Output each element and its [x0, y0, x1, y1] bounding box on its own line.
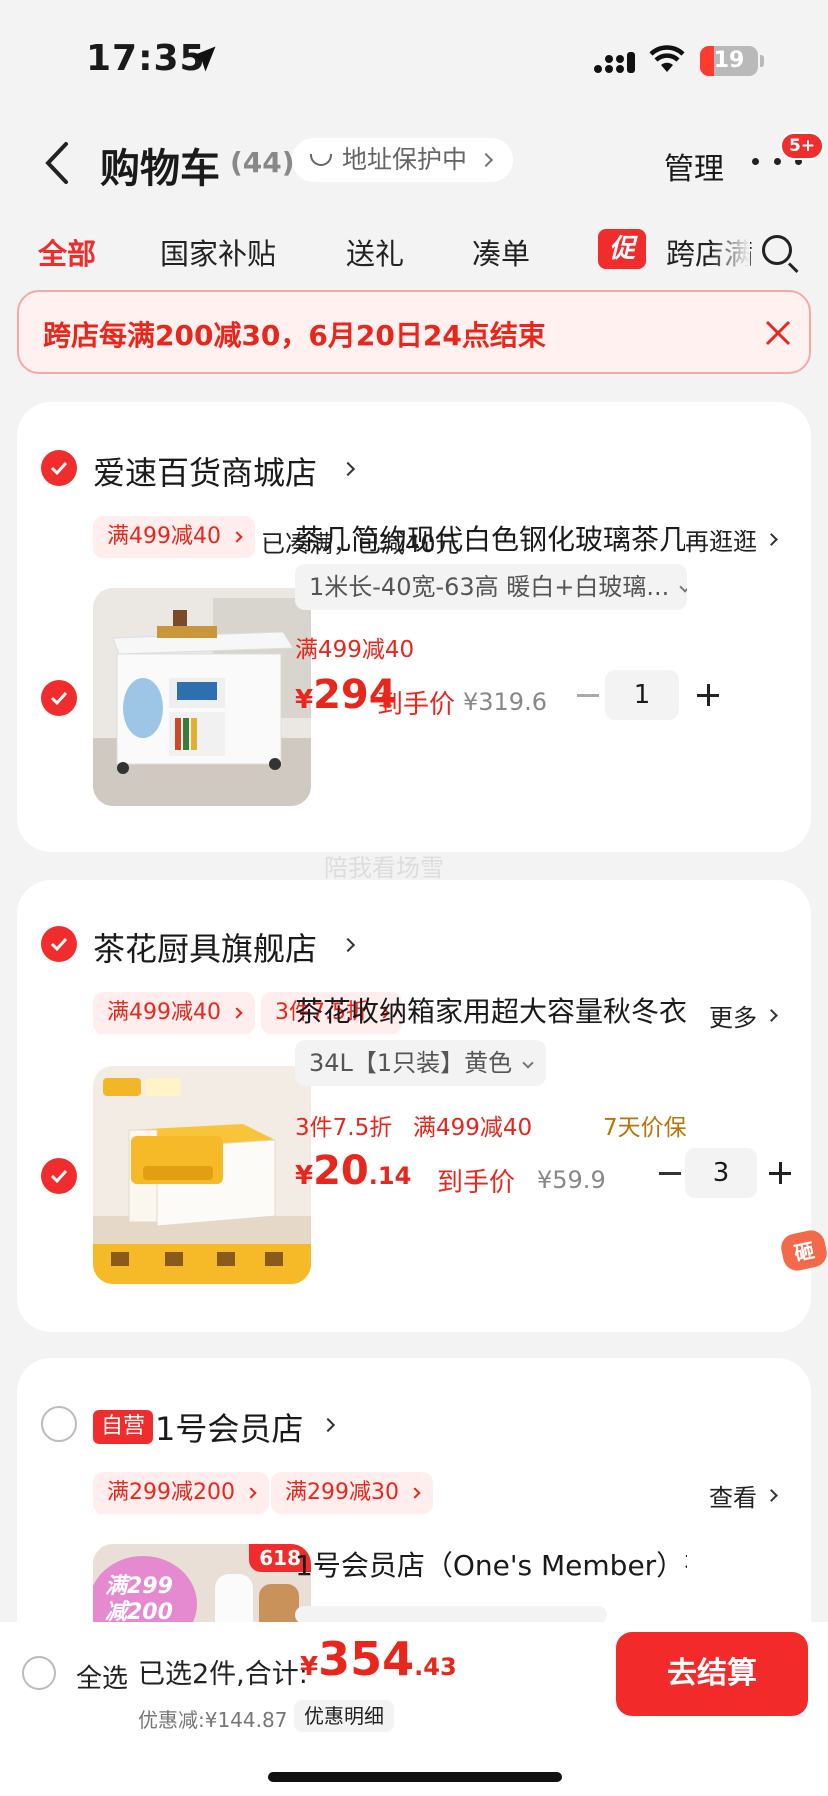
battery-level: 19 — [713, 48, 745, 73]
address-protection-label: 地址保护中 — [342, 145, 468, 174]
product-name[interactable]: 茶花收纳箱家用超大容量秋冬衣服 — [295, 990, 687, 1030]
shop-name[interactable]: 茶花厨具旗舰店 — [93, 924, 317, 970]
wifi-icon — [649, 45, 685, 72]
discount-amount: 优惠减:¥144.87 — [138, 1708, 288, 1732]
decrease-qty-button[interactable] — [577, 694, 599, 697]
sku-selector[interactable]: 34L【1只装】黄色 — [295, 1040, 547, 1086]
increase-qty-button[interactable] — [769, 1162, 791, 1184]
final-price-label: 到手价 — [377, 690, 456, 720]
filter-tabs: 全部 国家补贴 送礼 凑单 促 跨店满 — [0, 225, 828, 295]
quantity-value[interactable]: 1 — [605, 670, 679, 720]
promo-banner-text: 跨店每满200减30，6月20日24点结束 — [43, 319, 546, 352]
shop-checkbox[interactable] — [41, 1406, 77, 1442]
tab-all[interactable]: 全部 — [38, 231, 96, 273]
cart-count: (44) — [230, 146, 295, 179]
status-bar: 17:35 19 — [0, 0, 828, 120]
price-protect-tag: 7天价保 — [603, 1115, 687, 1141]
item-promo: 3件7.5折 — [295, 1115, 393, 1141]
item-checkbox[interactable] — [41, 1158, 77, 1194]
view-link[interactable]: 查看 — [709, 1478, 778, 1513]
smile-icon — [310, 154, 332, 166]
promo-tag[interactable]: 满299减200 — [93, 1472, 269, 1514]
product-name[interactable]: 1号会员店（One's Member）有机 — [295, 1544, 687, 1584]
increase-qty-button[interactable] — [697, 684, 719, 706]
watermark: 陪我看场雪 — [324, 854, 444, 882]
check-icon — [50, 461, 68, 476]
close-icon[interactable] — [763, 318, 793, 348]
original-price: ¥319.6 — [463, 688, 547, 716]
tab-national-subsidy[interactable]: 国家补贴 — [160, 231, 276, 273]
select-all-label[interactable]: 全选 — [76, 1658, 128, 1695]
shop-card: 茶花厨具旗舰店 满499减40 3件7.5折 更多 茶花收纳箱家用超大容量秋冬衣… — [17, 880, 811, 1332]
sku-selector[interactable]: 1米长-40宽-63高 暖白+白玻璃... — [295, 564, 687, 610]
storage-box-illustration — [93, 1066, 311, 1284]
tab-coudan[interactable]: 凑单 — [472, 231, 530, 273]
original-price: ¥59.9 — [537, 1166, 606, 1194]
back-icon[interactable] — [40, 138, 76, 188]
promo-tag[interactable]: 满499减40 — [93, 992, 255, 1034]
shop-name[interactable]: 爱速百货商城店 — [93, 448, 317, 494]
final-price-label: 到手价 — [437, 1168, 516, 1198]
page-title: 购物车 — [100, 146, 220, 192]
item-price: ¥20.14 — [295, 1148, 412, 1194]
self-run-badge: 自营 — [93, 1410, 154, 1444]
shop-name[interactable]: 1号会员店 — [155, 1404, 303, 1450]
selected-summary: 已选2件,合计: — [138, 1659, 308, 1690]
shop-checkbox[interactable] — [41, 450, 77, 486]
promo-tag[interactable]: 满499减40 — [93, 516, 255, 558]
quantity-value[interactable]: 3 — [685, 1148, 757, 1198]
check-icon — [50, 937, 68, 952]
tab-gift[interactable]: 送礼 — [346, 231, 404, 273]
product-image[interactable] — [93, 1066, 311, 1284]
battery-icon: 19 — [700, 46, 758, 76]
signal-icon — [594, 52, 635, 73]
chevron-right-icon — [478, 152, 494, 168]
item-promo: 满499减40 — [413, 1115, 533, 1141]
chevron-right-icon — [320, 1417, 336, 1433]
check-icon — [50, 691, 68, 706]
chevron-right-icon — [340, 937, 356, 953]
item-checkbox[interactable] — [41, 680, 77, 716]
battery-tip — [760, 55, 764, 67]
chevron-right-icon — [340, 461, 356, 477]
location-arrow-icon — [190, 46, 216, 72]
promo-icon: 促 — [598, 229, 646, 269]
address-protection-pill[interactable]: 地址保护中 — [292, 138, 514, 182]
check-icon — [50, 1169, 68, 1184]
more-link[interactable]: 更多 — [709, 998, 778, 1033]
total-price: ¥354.43 — [300, 1632, 457, 1686]
tabs-fade — [710, 225, 750, 285]
cart-header: 购物车 (44) 地址保护中 管理 5+ — [0, 120, 828, 220]
item-promo: 满499减40 — [295, 637, 415, 663]
promo-tag[interactable]: 满299减30 — [271, 1472, 433, 1514]
browse-more-link[interactable]: 再逛逛 — [685, 522, 778, 557]
coffee-table-illustration — [93, 588, 311, 806]
promo-banner: 跨店每满200减30，6月20日24点结束 — [17, 290, 811, 374]
select-all-checkbox[interactable] — [22, 1656, 56, 1690]
product-image-text: 满299 减200 — [105, 1574, 173, 1625]
product-image[interactable] — [93, 588, 311, 806]
search-icon[interactable] — [762, 235, 792, 265]
home-indicator — [268, 1772, 562, 1782]
product-name[interactable]: 茶几简约现代白色钢化玻璃茶几客 — [295, 518, 685, 558]
manage-button[interactable]: 管理 — [664, 144, 724, 188]
shop-checkbox[interactable] — [41, 926, 77, 962]
notification-badge: 5+ — [780, 132, 825, 160]
checkout-button[interactable]: 去结算 — [616, 1632, 808, 1716]
decrease-qty-button[interactable] — [659, 1172, 681, 1175]
shop-card: 自营 1号会员店 满299减200 满299减30 查看 满299 减200 6… — [17, 1358, 811, 1762]
discount-detail-button[interactable]: 优惠明细 — [294, 1700, 394, 1732]
checkout-bar: 全选 已选2件,合计: ¥354.43 优惠减:¥144.87 优惠明细 去结算 — [0, 1622, 828, 1796]
shop-card: 爱速百货商城店 满499减40 已凑满，已减40元 再逛逛 茶几简约现代白色钢化… — [17, 402, 811, 852]
